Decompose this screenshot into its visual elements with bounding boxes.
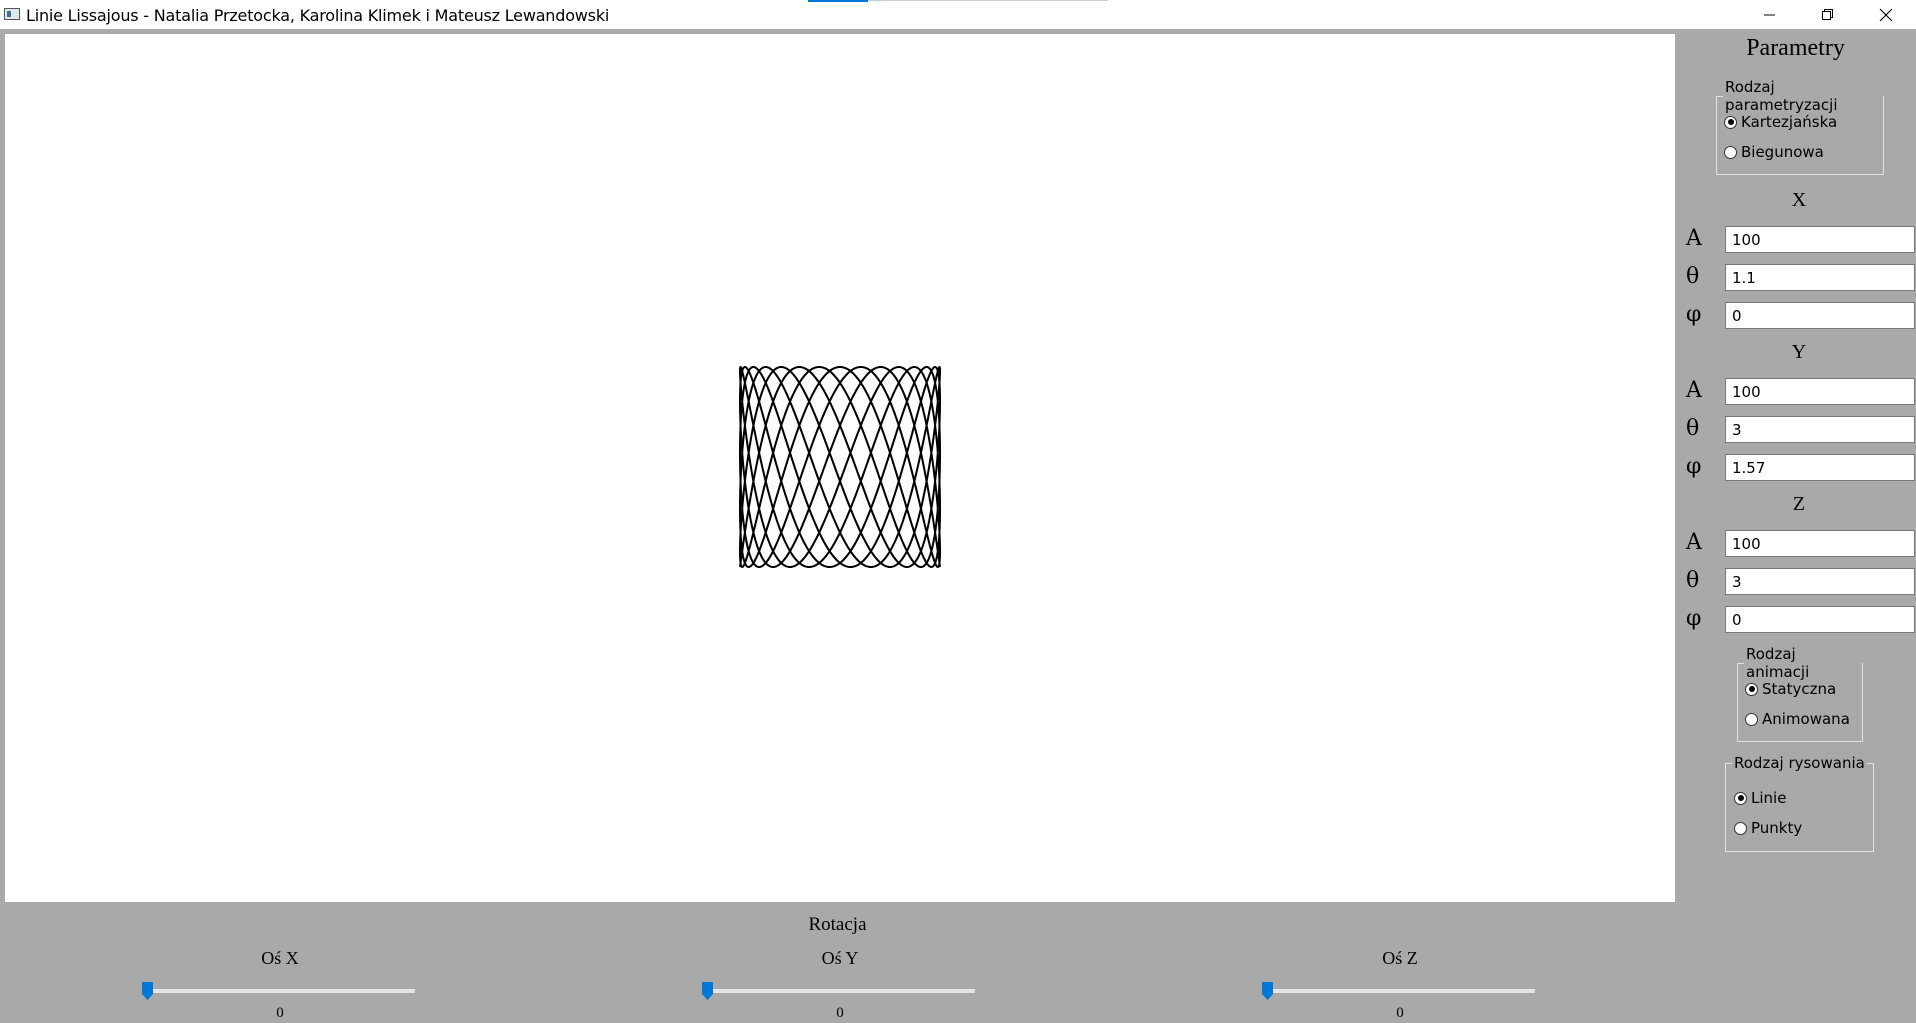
y-a-label: A — [1686, 378, 1702, 403]
radio-label: Statyczna — [1762, 680, 1837, 698]
y-a-input[interactable] — [1725, 378, 1915, 405]
z-a-input[interactable] — [1725, 530, 1915, 557]
close-button[interactable] — [1858, 0, 1914, 29]
axis-z-value: 0 — [1396, 1005, 1404, 1021]
axis-y-value: 0 — [836, 1005, 844, 1021]
section-z-heading: Z — [1792, 493, 1806, 515]
radio-label: Kartezjańska — [1741, 113, 1838, 131]
drawing-legend: Rodzaj rysowania — [1734, 754, 1865, 772]
y-theta-input[interactable] — [1725, 416, 1915, 443]
maximize-icon — [1822, 8, 1833, 20]
z-a-label: A — [1686, 530, 1702, 555]
minimize-icon — [1764, 14, 1775, 15]
x-phi-label: φ — [1686, 302, 1702, 327]
radio-statyczna[interactable]: Statyczna — [1745, 680, 1836, 698]
parameters-panel: Parametry Rodzaj parametryzacji Kartezja… — [1675, 29, 1916, 1023]
z-phi-input[interactable] — [1725, 606, 1915, 633]
section-y-heading: Y — [1791, 341, 1807, 363]
title-divider-line — [868, 0, 1108, 1]
radio-selected-indicator — [1745, 682, 1758, 696]
axis-x-slider-thumb[interactable] — [142, 982, 153, 1000]
parametrization-legend: Rodzaj parametryzacji — [1725, 78, 1838, 114]
y-phi-input[interactable] — [1725, 454, 1915, 481]
y-phi-label: φ — [1686, 454, 1702, 479]
panel-title: Parametry — [1746, 35, 1845, 61]
y-theta-label: θ — [1686, 416, 1700, 441]
section-x-heading: X — [1791, 189, 1807, 211]
axis-z-slider-thumb[interactable] — [1262, 982, 1273, 1000]
close-icon — [1879, 8, 1893, 21]
radio-animowana[interactable]: Animowana — [1745, 710, 1850, 728]
radio-label: Punkty — [1751, 819, 1803, 837]
z-phi-label: φ — [1686, 606, 1702, 631]
radio-label: Biegunowa — [1741, 143, 1824, 161]
radio-selected-indicator — [1734, 791, 1747, 805]
axis-y-slider-track[interactable] — [705, 989, 975, 993]
axis-x-slider-track[interactable] — [145, 989, 415, 993]
x-theta-label: θ — [1686, 264, 1700, 289]
axis-y-label: Oś Y — [821, 948, 859, 968]
radio-label: Animowana — [1762, 710, 1850, 728]
axis-z-slider-track[interactable] — [1265, 989, 1535, 993]
maximize-button[interactable] — [1800, 0, 1856, 29]
x-phi-input[interactable] — [1725, 302, 1915, 329]
app-icon — [4, 8, 20, 20]
x-a-label: A — [1686, 226, 1702, 251]
title-bar: Linie Lissajous - Natalia Przetocka, Kar… — [0, 0, 1916, 29]
radio-biegunowa[interactable]: Biegunowa — [1724, 143, 1824, 161]
x-a-input[interactable] — [1725, 226, 1915, 253]
radio-indicator — [1724, 145, 1737, 159]
radio-label: Linie — [1751, 789, 1787, 807]
radio-selected-indicator — [1724, 115, 1737, 129]
minimize-button[interactable] — [1742, 0, 1798, 29]
x-theta-input[interactable] — [1725, 264, 1915, 291]
axis-z-label: Oś Z — [1382, 948, 1418, 968]
radio-indicator — [1734, 821, 1747, 835]
lissajous-curve — [738, 365, 942, 569]
axis-y-slider-thumb[interactable] — [702, 982, 713, 1000]
z-theta-input[interactable] — [1725, 568, 1915, 595]
rotation-title: Rotacja — [808, 914, 867, 935]
radio-punkty[interactable]: Punkty — [1734, 819, 1802, 837]
z-theta-label: θ — [1686, 568, 1700, 593]
axis-x-value: 0 — [276, 1005, 284, 1021]
window-title: Linie Lissajous - Natalia Przetocka, Kar… — [26, 6, 610, 25]
title-accent-line — [808, 0, 868, 2]
radio-indicator — [1745, 712, 1758, 726]
axis-x-label: Oś X — [261, 948, 299, 968]
drawing-canvas[interactable] — [5, 34, 1675, 902]
animation-legend: Rodzaj animacji — [1746, 645, 1810, 681]
radio-linie[interactable]: Linie — [1734, 789, 1786, 807]
radio-kartezjanska[interactable]: Kartezjańska — [1724, 113, 1837, 131]
lissajous-path — [738, 365, 942, 569]
